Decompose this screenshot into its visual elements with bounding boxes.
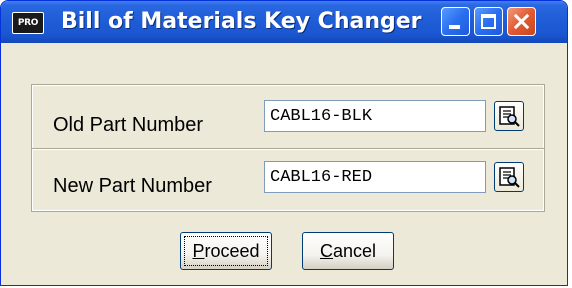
old-part-lookup-button[interactable]: [494, 101, 524, 131]
title-bar[interactable]: PRO Bill of Materials Key Changer: [1, 1, 567, 43]
old-part-label: Old Part Number: [53, 114, 204, 136]
new-part-lookup-button[interactable]: [494, 162, 524, 192]
minimize-icon: [449, 25, 460, 29]
minimize-button[interactable]: [441, 7, 470, 36]
cancel-label: ancel: [332, 241, 377, 261]
lookup-icon: [499, 106, 520, 127]
new-part-field[interactable]: CABL16-RED: [264, 161, 486, 193]
proceed-label: roceed: [204, 241, 260, 261]
proceed-button[interactable]: Proceed: [180, 232, 272, 270]
cancel-button[interactable]: Cancel: [302, 232, 394, 270]
new-part-label: New Part Number: [53, 175, 212, 197]
maximize-button[interactable]: [474, 7, 503, 36]
lookup-icon: [499, 167, 520, 188]
close-button[interactable]: [507, 7, 536, 36]
proceed-hotkey: P: [192, 241, 205, 261]
app-icon: PRO: [12, 12, 44, 34]
maximize-icon: [481, 14, 496, 29]
new-part-row: New Part Number CABL16-RED: [32, 148, 544, 212]
close-icon: [508, 8, 535, 35]
window-title: Bill of Materials Key Changer: [61, 9, 422, 34]
old-part-row: Old Part Number CABL16-BLK: [32, 85, 544, 148]
old-part-field[interactable]: CABL16-BLK: [264, 100, 486, 132]
cancel-hotkey: C: [319, 241, 333, 261]
